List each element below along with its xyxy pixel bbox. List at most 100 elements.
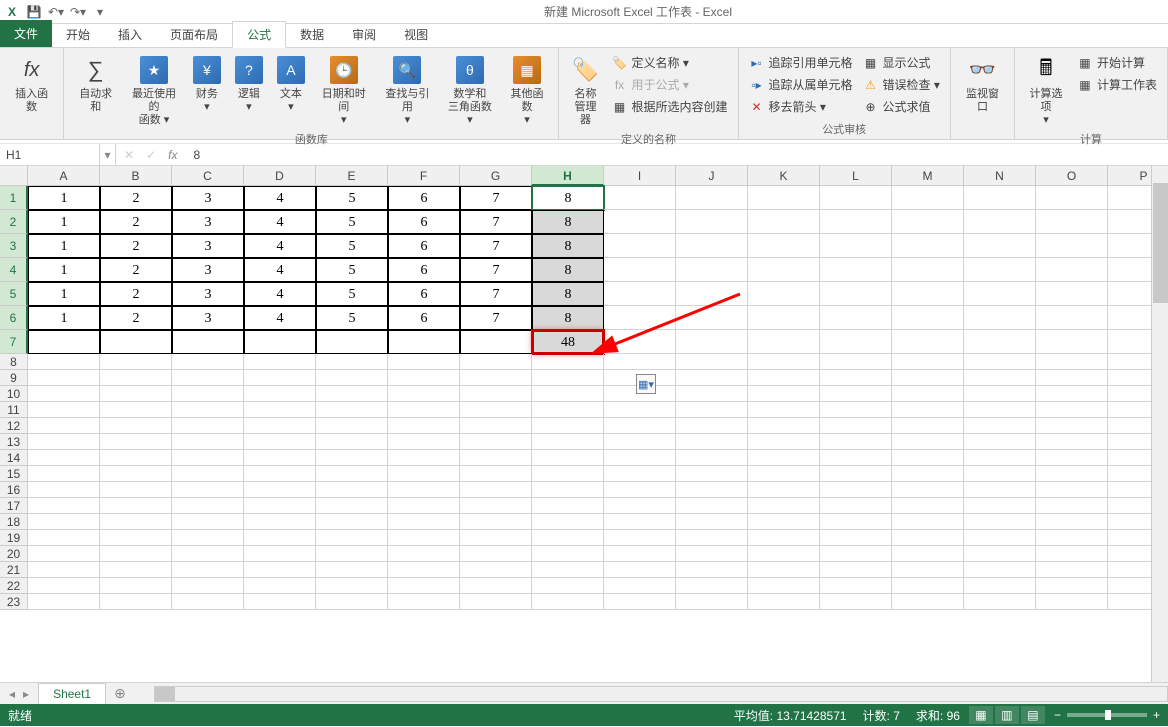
add-sheet-button[interactable]: ⊕	[106, 685, 134, 702]
cell[interactable]	[460, 578, 532, 594]
define-name-button[interactable]: 🏷️定义名称 ▾	[607, 52, 731, 73]
row-header[interactable]: 10	[0, 386, 28, 402]
cell[interactable]	[388, 370, 460, 386]
cell[interactable]	[964, 546, 1036, 562]
cell[interactable]	[820, 594, 892, 610]
cell[interactable]	[964, 258, 1036, 282]
cell[interactable]	[316, 530, 388, 546]
cell[interactable]	[820, 482, 892, 498]
cell[interactable]: 2	[100, 282, 172, 306]
cell[interactable]: 7	[460, 258, 532, 282]
cell[interactable]	[748, 434, 820, 450]
cell[interactable]	[892, 498, 964, 514]
cell[interactable]	[892, 530, 964, 546]
name-box[interactable]: H1	[0, 144, 100, 165]
cell[interactable]	[28, 330, 100, 354]
cell[interactable]	[28, 450, 100, 466]
cell[interactable]	[172, 354, 244, 370]
cell[interactable]	[28, 514, 100, 530]
cell[interactable]	[604, 578, 676, 594]
cell[interactable]	[604, 306, 676, 330]
cell[interactable]	[532, 466, 604, 482]
row-header[interactable]: 17	[0, 498, 28, 514]
column-header[interactable]: M	[892, 166, 964, 186]
cell[interactable]: 6	[388, 186, 460, 210]
cell[interactable]	[676, 418, 748, 434]
cell[interactable]	[964, 482, 1036, 498]
cell[interactable]	[460, 386, 532, 402]
cell[interactable]	[1036, 530, 1108, 546]
cell[interactable]	[172, 370, 244, 386]
insert-function-button[interactable]: fx 插入函数	[6, 52, 57, 116]
cell[interactable]	[100, 546, 172, 562]
watch-window-button[interactable]: 👓监视窗口	[957, 52, 1008, 116]
cell[interactable]	[748, 482, 820, 498]
cell[interactable]	[316, 330, 388, 354]
cell[interactable]	[388, 354, 460, 370]
cell[interactable]	[460, 514, 532, 530]
cell[interactable]	[964, 434, 1036, 450]
cell[interactable]	[964, 594, 1036, 610]
cell[interactable]	[892, 482, 964, 498]
cell[interactable]	[892, 258, 964, 282]
cell[interactable]	[532, 530, 604, 546]
cell[interactable]: 6	[388, 258, 460, 282]
cell[interactable]	[604, 594, 676, 610]
cell[interactable]: 3	[172, 186, 244, 210]
cell[interactable]	[388, 578, 460, 594]
cell[interactable]	[676, 234, 748, 258]
cell[interactable]	[604, 450, 676, 466]
cell[interactable]	[172, 466, 244, 482]
cell[interactable]: 4	[244, 210, 316, 234]
cell[interactable]	[892, 354, 964, 370]
cell[interactable]	[28, 594, 100, 610]
column-header[interactable]: E	[316, 166, 388, 186]
use-in-formula-button[interactable]: fx用于公式 ▾	[607, 74, 731, 95]
remove-arrows-button[interactable]: ✕移去箭头 ▾	[745, 96, 857, 117]
cell[interactable]	[316, 466, 388, 482]
cell[interactable]	[460, 354, 532, 370]
column-header[interactable]: D	[244, 166, 316, 186]
cell[interactable]	[316, 402, 388, 418]
cell[interactable]	[244, 498, 316, 514]
cell[interactable]	[892, 370, 964, 386]
cell[interactable]: 7	[460, 282, 532, 306]
cell[interactable]	[244, 578, 316, 594]
cell[interactable]: 1	[28, 234, 100, 258]
confirm-edit-icon[interactable]: ✓	[146, 148, 156, 162]
evaluate-formula-button[interactable]: ⊕公式求值	[859, 96, 944, 117]
cell[interactable]	[172, 562, 244, 578]
cell[interactable]	[964, 210, 1036, 234]
cell[interactable]	[676, 186, 748, 210]
cell[interactable]	[604, 562, 676, 578]
cell[interactable]	[388, 386, 460, 402]
column-header[interactable]: B	[100, 166, 172, 186]
row-header[interactable]: 11	[0, 402, 28, 418]
cell[interactable]: 1	[28, 306, 100, 330]
cell[interactable]	[532, 450, 604, 466]
cell[interactable]	[676, 402, 748, 418]
cell[interactable]	[964, 186, 1036, 210]
cell[interactable]	[100, 354, 172, 370]
cell[interactable]	[604, 546, 676, 562]
cell[interactable]	[820, 354, 892, 370]
column-header[interactable]: F	[388, 166, 460, 186]
column-header[interactable]: H	[532, 166, 604, 186]
cell[interactable]	[1036, 562, 1108, 578]
cell[interactable]: 8	[532, 186, 604, 210]
cell[interactable]	[820, 578, 892, 594]
row-header[interactable]: 19	[0, 530, 28, 546]
cell[interactable]	[964, 418, 1036, 434]
cell[interactable]	[748, 210, 820, 234]
cell[interactable]	[676, 578, 748, 594]
cell[interactable]	[316, 594, 388, 610]
cell[interactable]	[964, 370, 1036, 386]
cell[interactable]	[100, 530, 172, 546]
vscroll-thumb[interactable]	[1153, 183, 1168, 303]
cell[interactable]	[892, 578, 964, 594]
cell[interactable]	[892, 386, 964, 402]
cell[interactable]	[388, 330, 460, 354]
cell[interactable]	[532, 482, 604, 498]
cell[interactable]	[820, 514, 892, 530]
cell[interactable]: 3	[172, 210, 244, 234]
